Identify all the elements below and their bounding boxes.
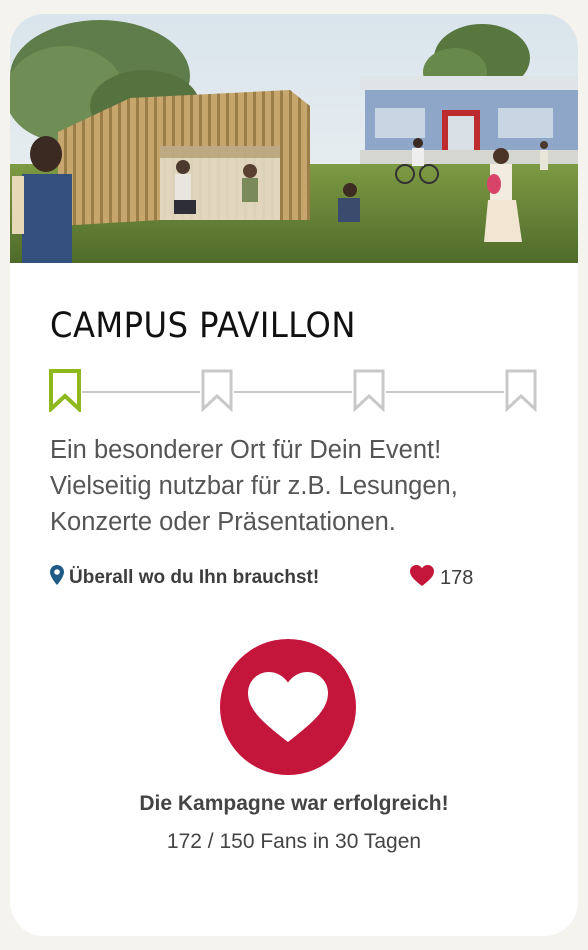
campaign-heart[interactable] [220,639,356,775]
description-line: Ein besonderer Ort für Dein Event! [50,436,442,464]
likes-count: 178 [440,566,474,589]
stage-connector [386,391,504,393]
campaign-fans: 172 / 150 Fans in 30 Tagen [166,830,422,853]
project-meta: Überall wo du Ihn brauchst! 178 [50,565,550,591]
heart-icon [248,672,328,742]
likes[interactable]: 178 [410,565,473,591]
stage-connector [234,391,352,393]
description-line: Vielseitig nutzbar für z.B. Lesungen, [50,472,458,500]
stage-connector [82,391,200,393]
progress-stages [48,368,538,414]
bookmark-icon [504,368,538,413]
campaign-status: Die Kampagne war erfolgreich! [139,792,449,815]
bookmark-icon [200,368,234,413]
description-line: Konzerte oder Präsentationen. [50,508,396,536]
map-pin-icon [50,565,64,590]
project-card[interactable]: CAMPUS PAVILLON Ein besonderer Ort für D… [10,14,578,936]
project-image[interactable] [10,14,578,263]
location-label: Überall wo du Ihn brauchst! [69,566,320,588]
project-title: CAMPUS PAVILLON [50,306,356,346]
heart-icon [410,565,434,591]
project-description: Ein besonderer Ort für Dein Event! Viels… [50,432,550,540]
location[interactable]: Überall wo du Ihn brauchst! [50,565,319,590]
bookmark-icon [48,368,82,414]
bookmark-icon [352,368,386,413]
